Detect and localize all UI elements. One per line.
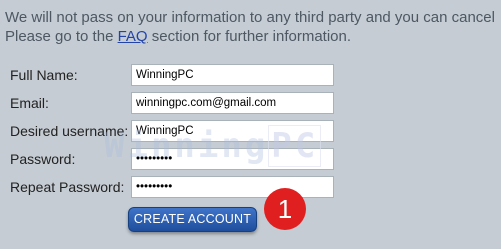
email-input[interactable]: winningpc.com@gmail.com — [131, 92, 334, 114]
full-name-input[interactable]: WinningPC — [131, 64, 334, 86]
username-row: Desired username: WinningPC — [0, 118, 501, 144]
email-label: Email: — [10, 95, 49, 111]
repeat-password-label: Repeat Password: — [10, 179, 125, 195]
create-account-button[interactable]: CREATE ACCOUNT — [128, 207, 257, 232]
password-input[interactable]: ••••••••• — [131, 148, 334, 170]
step-number-badge: 1 — [264, 188, 306, 230]
intro-text: We will not pass on your information to … — [5, 8, 501, 46]
repeat-password-row: Repeat Password: ••••••••• — [0, 174, 501, 200]
full-name-label: Full Name: — [10, 67, 78, 83]
password-row: Password: ••••••••• — [0, 146, 501, 172]
password-label: Password: — [10, 151, 76, 167]
intro-line-2: Please go to the FAQ section for further… — [5, 27, 501, 46]
email-row: Email: winningpc.com@gmail.com — [0, 90, 501, 116]
full-name-row: Full Name: WinningPC — [0, 62, 501, 88]
intro-line-2-start: Please go to the — [5, 28, 118, 45]
repeat-password-input[interactable]: ••••••••• — [131, 176, 334, 198]
intro-line-1: We will not pass on your information to … — [5, 9, 495, 26]
username-input[interactable]: WinningPC — [131, 120, 334, 142]
username-label: Desired username: — [10, 123, 129, 139]
faq-link[interactable]: FAQ — [118, 28, 148, 45]
intro-line-2-end: section for further information. — [147, 28, 352, 45]
